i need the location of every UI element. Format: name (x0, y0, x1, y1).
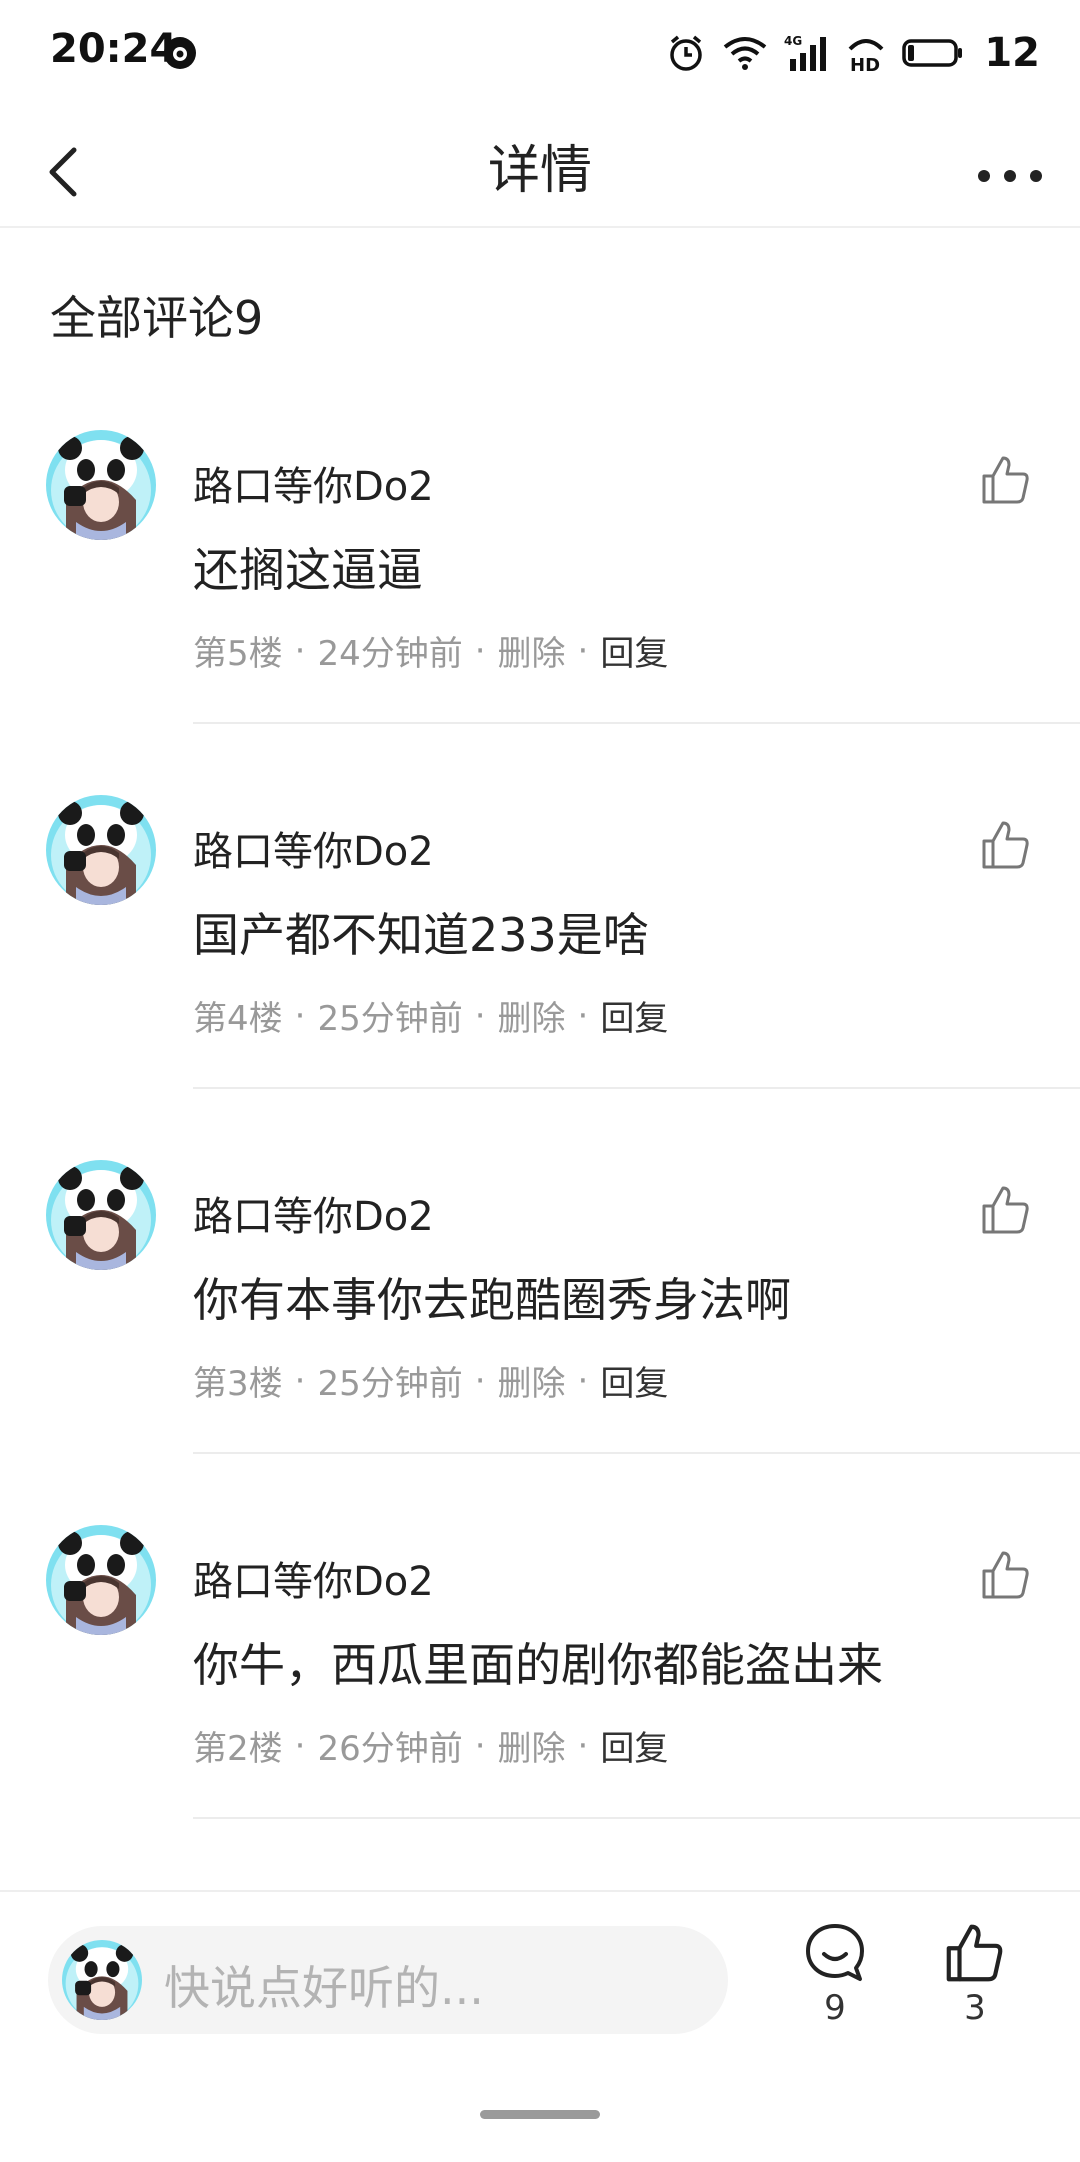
comment-input-placeholder: 快说点好听的... (164, 1961, 484, 2015)
comment-floor: 第4楼 (193, 999, 283, 1039)
battery-level: 12 (984, 30, 1040, 76)
status-time: 20:24 (50, 26, 178, 72)
hd-call-icon: HD (848, 39, 884, 73)
meta-separator: · (474, 630, 486, 671)
comment-time: 25分钟前 (317, 1364, 463, 1404)
meta-separator: · (474, 995, 486, 1036)
comment-author[interactable]: 路口等你Do2 (193, 819, 434, 877)
meta-separator: · (577, 1360, 589, 1401)
comment-bubble-icon (806, 1924, 864, 1981)
thumbs-up-icon[interactable] (980, 1184, 1032, 1236)
delete-button[interactable]: 删除 (498, 1356, 566, 1405)
battery-icon (902, 39, 963, 67)
delete-button[interactable]: 删除 (498, 991, 566, 1040)
meta-separator: · (294, 630, 306, 671)
network-type-label: 4G (784, 34, 802, 48)
more-horizontal-icon[interactable] (970, 132, 1050, 202)
status-bar: 20:24 4G HD 12 (0, 0, 1080, 110)
comments-section-title: 全部评论9 (50, 291, 264, 345)
wifi-icon (724, 37, 767, 70)
comment-author[interactable]: 路口等你Do2 (193, 1184, 434, 1242)
comment-author[interactable]: 路口等你Do2 (193, 1549, 434, 1607)
comment-input[interactable]: 快说点好听的... (48, 1926, 728, 2034)
hd-label: HD (850, 55, 880, 73)
like-count: 3 (964, 1988, 986, 2028)
comment-item: 路口等你Do2 国产都不知道233是啥 第4楼 · 25分钟前 · 删除 · 回… (0, 795, 1080, 1160)
current-user-avatar (62, 1940, 142, 2020)
home-indicator[interactable] (480, 2110, 600, 2119)
comment-text: 国产都不知道233是啥 (193, 908, 649, 962)
comment-text: 还搁这逼逼 (193, 543, 423, 597)
meta-separator: · (577, 995, 589, 1036)
comment-divider (193, 1087, 1080, 1089)
comment-time: 26分钟前 (317, 1729, 463, 1769)
meta-separator: · (294, 995, 306, 1036)
comment-meta: 第2楼 · 26分钟前 · 删除 · 回复 (193, 1721, 668, 1770)
meta-separator: · (294, 1360, 306, 1401)
meta-separator: · (577, 1725, 589, 1766)
page-title: 详情 (487, 141, 592, 201)
reply-button[interactable]: 回复 (600, 626, 668, 675)
cellular-signal-icon: 4G (784, 34, 827, 71)
thumbs-up-icon (946, 1924, 1003, 1982)
meta-separator: · (577, 630, 589, 671)
comment-author[interactable]: 路口等你Do2 (193, 454, 434, 512)
reply-button[interactable]: 回复 (600, 1721, 668, 1770)
comments-button[interactable]: 9 (785, 1922, 885, 2052)
reply-button[interactable]: 回复 (600, 1356, 668, 1405)
like-button[interactable]: 3 (925, 1922, 1025, 2052)
comment-divider (193, 722, 1080, 724)
delete-button[interactable]: 删除 (498, 1721, 566, 1770)
comment-meta: 第3楼 · 25分钟前 · 删除 · 回复 (193, 1356, 668, 1405)
comment-item: 路口等你Do2 你有本事你去跑酷圈秀身法啊 第3楼 · 25分钟前 · 删除 ·… (0, 1160, 1080, 1525)
comment-floor: 第5楼 (193, 634, 283, 674)
thumbs-up-icon[interactable] (980, 819, 1032, 871)
comment-floor: 第3楼 (193, 1364, 283, 1404)
comment-divider (193, 1817, 1080, 1819)
status-icons: 4G HD 12 (666, 28, 1040, 78)
user-avatar[interactable] (46, 1160, 156, 1270)
thumbs-up-icon[interactable] (980, 1549, 1032, 1601)
user-avatar[interactable] (46, 795, 156, 905)
alarm-icon (670, 35, 703, 71)
comment-item: 路口等你Do2 还搁这逼逼 第5楼 · 24分钟前 · 删除 · 回复 (0, 430, 1080, 795)
comment-text: 你牛，西瓜里面的剧你都能盗出来 (193, 1638, 883, 1692)
comment-text: 你有本事你去跑酷圈秀身法啊 (193, 1273, 791, 1327)
user-avatar[interactable] (46, 430, 156, 540)
comment-count: 9 (824, 1988, 846, 2028)
comment-meta: 第5楼 · 24分钟前 · 删除 · 回复 (193, 626, 668, 675)
thumbs-up-icon[interactable] (980, 454, 1032, 506)
bottom-action-bar: 快说点好听的... 9 3 (0, 1890, 1080, 2162)
meta-separator: · (474, 1725, 486, 1766)
meta-separator: · (474, 1360, 486, 1401)
comment-time: 25分钟前 (317, 999, 463, 1039)
comment-divider (193, 1452, 1080, 1454)
notification-app-icon (164, 37, 196, 69)
comment-time: 24分钟前 (317, 634, 463, 674)
reply-button[interactable]: 回复 (600, 991, 668, 1040)
comment-floor: 第2楼 (193, 1729, 283, 1769)
meta-separator: · (294, 1725, 306, 1766)
delete-button[interactable]: 删除 (498, 626, 566, 675)
comment-meta: 第4楼 · 25分钟前 · 删除 · 回复 (193, 991, 668, 1040)
user-avatar[interactable] (46, 1525, 156, 1635)
nav-bar: 详情 (0, 110, 1080, 228)
comment-item: 路口等你Do2 你牛，西瓜里面的剧你都能盗出来 第2楼 · 26分钟前 · 删除… (0, 1525, 1080, 1890)
